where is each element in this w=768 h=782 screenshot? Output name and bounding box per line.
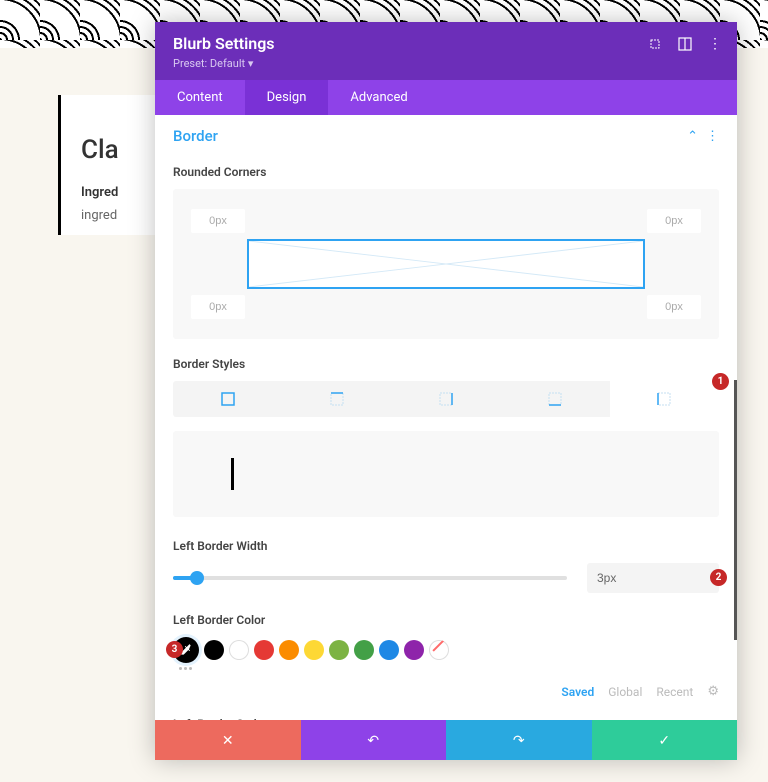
color-yellow[interactable]	[304, 640, 324, 660]
expand-icon[interactable]	[647, 36, 663, 52]
border-width-label: Left Border Width	[173, 539, 719, 553]
layout-icon[interactable]	[677, 36, 693, 52]
collapse-icon[interactable]: ⌃	[687, 129, 698, 144]
color-white[interactable]	[229, 640, 249, 660]
rounded-corners-control	[173, 189, 719, 339]
palette-tab-global[interactable]: Global	[608, 685, 642, 699]
color-purple[interactable]	[404, 640, 424, 660]
color-blue[interactable]	[379, 640, 399, 660]
corner-tl-input[interactable]	[191, 209, 245, 233]
border-preview	[173, 431, 719, 517]
color-lime[interactable]	[329, 640, 349, 660]
panel-footer: ✕ ↶ ↷ ✓	[155, 720, 737, 760]
callout-badge-2: 2	[710, 569, 727, 586]
palette-tabs: Saved Global Recent ⚙	[173, 684, 719, 699]
settings-panel: Blurb Settings Preset: Default ▾ ⋮ Conte…	[155, 22, 737, 760]
corner-br-input[interactable]	[647, 295, 701, 319]
section-menu-icon[interactable]: ⋮	[706, 129, 719, 144]
preset-dropdown[interactable]: Preset: Default ▾	[173, 57, 719, 70]
color-none[interactable]	[429, 640, 449, 660]
tabs: Content Design Advanced	[155, 80, 737, 115]
color-orange[interactable]	[279, 640, 299, 660]
border-style-buttons: 1	[173, 381, 719, 417]
border-width-slider[interactable]	[173, 576, 567, 580]
swatch-more-indicator[interactable]	[173, 667, 719, 670]
palette-settings-icon[interactable]: ⚙	[707, 684, 719, 699]
color-red[interactable]	[254, 640, 274, 660]
scrollbar-thumb[interactable]	[734, 380, 737, 640]
corner-tr-input[interactable]	[647, 209, 701, 233]
border-color-label: Left Border Color	[173, 613, 719, 627]
border-left-button[interactable]: 1	[610, 381, 719, 417]
corner-bl-input[interactable]	[191, 295, 245, 319]
color-black[interactable]	[204, 640, 224, 660]
tab-advanced[interactable]: Advanced	[328, 80, 429, 115]
border-style-label: Left Border Style	[173, 717, 719, 720]
corner-preview-box	[247, 239, 645, 289]
save-button[interactable]: ✓	[592, 720, 738, 760]
border-section-title: Border	[173, 127, 218, 145]
border-styles-label: Border Styles	[173, 357, 719, 371]
border-right-button[interactable]	[391, 381, 500, 417]
border-section-header[interactable]: Border ⌃ ⋮	[155, 115, 737, 153]
menu-icon[interactable]: ⋮	[707, 36, 723, 52]
color-green[interactable]	[354, 640, 374, 660]
panel-header: Blurb Settings Preset: Default ▾ ⋮	[155, 22, 737, 80]
preview-border-line	[231, 458, 234, 490]
callout-badge-1: 1	[712, 373, 729, 390]
panel-body: Border ⌃ ⋮ Rounded Corners	[155, 115, 737, 720]
border-bottom-button[interactable]	[501, 381, 610, 417]
tab-content[interactable]: Content	[155, 80, 245, 115]
palette-tab-recent[interactable]: Recent	[656, 685, 693, 699]
callout-badge-3: 3	[166, 641, 183, 658]
border-top-button[interactable]	[282, 381, 391, 417]
panel-title: Blurb Settings	[173, 34, 719, 53]
border-width-input[interactable]	[587, 563, 719, 593]
palette-tab-saved[interactable]: Saved	[561, 685, 594, 699]
border-all-button[interactable]	[173, 381, 282, 417]
cancel-button[interactable]: ✕	[155, 720, 301, 760]
color-swatches: 3	[173, 637, 719, 663]
rounded-corners-label: Rounded Corners	[173, 165, 719, 179]
undo-button[interactable]: ↶	[301, 720, 447, 760]
redo-button[interactable]: ↷	[446, 720, 592, 760]
tab-design[interactable]: Design	[245, 80, 329, 115]
